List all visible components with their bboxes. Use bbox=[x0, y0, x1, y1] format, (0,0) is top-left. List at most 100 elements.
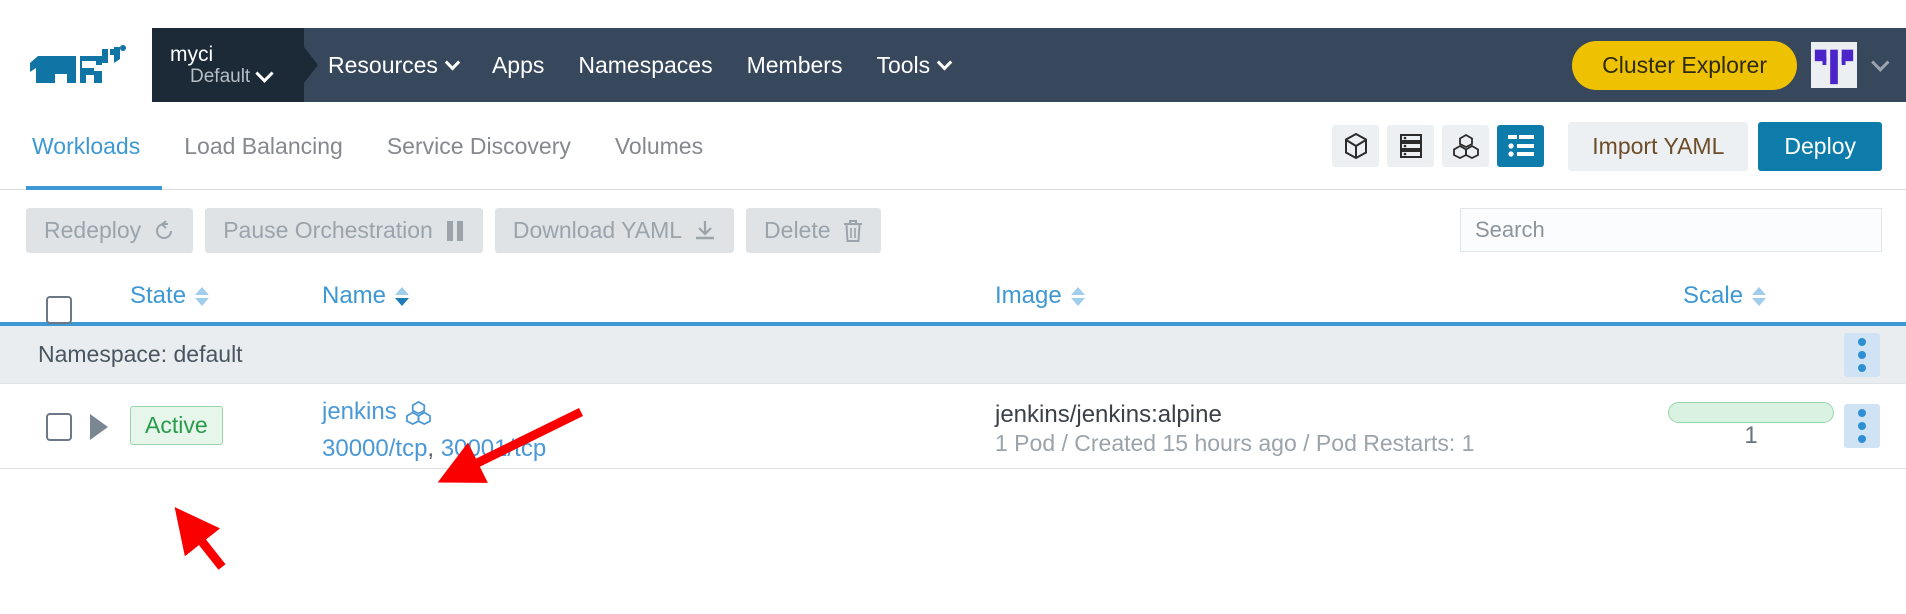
column-header-image[interactable]: Image bbox=[995, 270, 1085, 322]
rancher-cow-logo bbox=[30, 45, 126, 83]
tab-load-balancing-label: Load Balancing bbox=[184, 132, 343, 159]
pause-orchestration-button-label: Pause Orchestration bbox=[223, 217, 433, 243]
kebab-dot bbox=[1858, 338, 1866, 346]
download-yaml-button-label: Download YAML bbox=[512, 217, 683, 243]
bulk-actions: Redeploy Pause Orchestration Download YA… bbox=[26, 208, 881, 253]
cluster-project-label: Default bbox=[190, 65, 251, 87]
search-input[interactable] bbox=[1460, 208, 1882, 252]
ports-separator: , bbox=[427, 435, 441, 462]
image-meta: 1 Pod / Created 15 hours ago / Pod Resta… bbox=[995, 430, 1475, 456]
column-header-state[interactable]: State bbox=[130, 270, 210, 322]
port-link-0[interactable]: 30000/tcp bbox=[322, 435, 427, 462]
cluster-explorer-button[interactable]: Cluster Explorer bbox=[1572, 40, 1797, 90]
view-mode-group bbox=[1332, 125, 1545, 167]
tabbar-actions: Import YAML Deploy bbox=[1332, 102, 1882, 190]
nav-link-members-label: Members bbox=[746, 51, 843, 78]
column-header-image-label: Image bbox=[995, 282, 1062, 309]
sort-toggle-icon[interactable] bbox=[1752, 286, 1767, 306]
import-yaml-button[interactable]: Import YAML bbox=[1568, 121, 1749, 171]
tab-volumes[interactable]: Volumes bbox=[593, 102, 725, 190]
nav-link-namespaces[interactable]: Namespaces bbox=[578, 52, 712, 79]
namespace-group-row: Namespace: default bbox=[0, 326, 1906, 384]
namespace-group-label: Namespace: default bbox=[38, 341, 243, 367]
expand-triangle-icon bbox=[90, 414, 108, 440]
port-link-1[interactable]: 30001/tcp bbox=[441, 435, 546, 462]
sort-toggle-icon[interactable] bbox=[395, 286, 410, 306]
column-header-name-label: Name bbox=[322, 282, 387, 309]
cluster-nodes-icon[interactable] bbox=[405, 400, 431, 425]
deploy-button[interactable]: Deploy bbox=[1758, 121, 1882, 171]
user-identicon-avatar[interactable] bbox=[1811, 42, 1857, 88]
delete-button-label: Delete bbox=[764, 217, 831, 243]
column-header-scale-label: Scale bbox=[1683, 282, 1744, 309]
nav-links: Resources Apps Namespaces Members Tools bbox=[328, 28, 953, 102]
image-name: jenkins/jenkins:alpine bbox=[995, 401, 1222, 428]
delete-button[interactable]: Delete bbox=[746, 208, 881, 253]
row-state-cell: Active bbox=[130, 406, 223, 445]
nav-link-tools[interactable]: Tools bbox=[876, 51, 953, 79]
sort-toggle-icon[interactable] bbox=[1070, 286, 1085, 306]
sort-descending-icon bbox=[1070, 297, 1085, 306]
row-kebab-menu[interactable] bbox=[1844, 404, 1880, 448]
tab-service-discovery[interactable]: Service Discovery bbox=[365, 102, 593, 190]
cluster-selector[interactable]: myci Default bbox=[152, 28, 318, 102]
namespace-group-kebab-menu[interactable] bbox=[1844, 333, 1880, 377]
row-checkbox-wrapper[interactable] bbox=[46, 413, 72, 441]
sort-ascending-icon bbox=[195, 286, 210, 295]
list-view-icon bbox=[1507, 135, 1534, 157]
view-mode-cube-button[interactable] bbox=[1332, 125, 1380, 167]
sort-descending-icon bbox=[195, 297, 210, 306]
workload-ports: 30000/tcp, 30001/tcp bbox=[322, 430, 546, 468]
top-navigation-bar: myci Default Resources Apps Namespaces M… bbox=[0, 28, 1906, 102]
scale-count: 1 bbox=[1744, 422, 1758, 449]
chevron-down-icon bbox=[936, 54, 953, 70]
tab-volumes-label: Volumes bbox=[614, 132, 704, 159]
kebab-dot bbox=[1858, 409, 1866, 417]
sort-toggle-icon[interactable] bbox=[195, 286, 210, 306]
sort-descending-icon bbox=[395, 297, 410, 306]
tab-service-discovery-label: Service Discovery bbox=[386, 132, 571, 159]
rancher-logo-slot[interactable] bbox=[0, 28, 152, 102]
tab-workloads[interactable]: Workloads bbox=[26, 102, 162, 190]
column-header-name[interactable]: Name bbox=[322, 270, 410, 322]
view-mode-server-button[interactable] bbox=[1387, 125, 1435, 167]
row-expand-toggle[interactable] bbox=[90, 414, 108, 440]
pause-orchestration-button[interactable]: Pause Orchestration bbox=[205, 208, 483, 253]
chevron-down-icon[interactable] bbox=[1871, 52, 1890, 72]
workload-name-link[interactable]: jenkins bbox=[322, 394, 397, 430]
view-mode-cluster-button[interactable] bbox=[1442, 125, 1490, 167]
redeploy-button[interactable]: Redeploy bbox=[26, 208, 194, 253]
nav-link-namespaces-label: Namespaces bbox=[578, 51, 713, 78]
sort-ascending-icon bbox=[1752, 286, 1767, 295]
chevron-down-icon bbox=[255, 64, 274, 83]
table-row: Active jenkins 30000/tcp, 30001/tcp jenk… bbox=[0, 384, 1906, 469]
sort-ascending-icon bbox=[1070, 286, 1085, 295]
tab-list: Workloads Load Balancing Service Discove… bbox=[26, 102, 725, 190]
select-all-checkbox[interactable] bbox=[46, 296, 72, 324]
row-scale-cell: 1 bbox=[1668, 402, 1834, 449]
tab-workloads-label: Workloads bbox=[32, 132, 141, 159]
kebab-dot bbox=[1858, 351, 1866, 359]
status-badge: Active bbox=[130, 406, 223, 445]
nav-link-apps[interactable]: Apps bbox=[492, 52, 544, 79]
row-select-checkbox[interactable] bbox=[46, 413, 72, 441]
tab-load-balancing[interactable]: Load Balancing bbox=[162, 102, 365, 190]
redeploy-button-label: Redeploy bbox=[44, 217, 142, 243]
pause-icon bbox=[446, 220, 463, 241]
kebab-dot bbox=[1858, 435, 1866, 443]
nav-link-tools-label: Tools bbox=[876, 51, 931, 78]
workload-name-line: jenkins bbox=[322, 394, 431, 430]
nav-link-resources[interactable]: Resources bbox=[328, 52, 461, 79]
row-image-cell: jenkins/jenkins:alpine 1 Pod / Created 1… bbox=[995, 400, 1474, 457]
view-mode-list-button[interactable] bbox=[1497, 125, 1545, 167]
download-yaml-button[interactable]: Download YAML bbox=[494, 208, 735, 253]
arrow-to-state-badge bbox=[174, 507, 226, 570]
row-name-cell: jenkins 30000/tcp, 30001/tcp bbox=[322, 394, 546, 468]
bulk-action-bar: Redeploy Pause Orchestration Download YA… bbox=[0, 190, 1906, 270]
download-icon bbox=[696, 220, 715, 239]
cluster-project: Default bbox=[170, 64, 304, 88]
column-header-scale[interactable]: Scale bbox=[1683, 270, 1767, 322]
nav-link-members[interactable]: Members bbox=[747, 52, 843, 79]
server-stack-icon bbox=[1399, 134, 1422, 158]
chevron-down-icon bbox=[444, 54, 461, 70]
